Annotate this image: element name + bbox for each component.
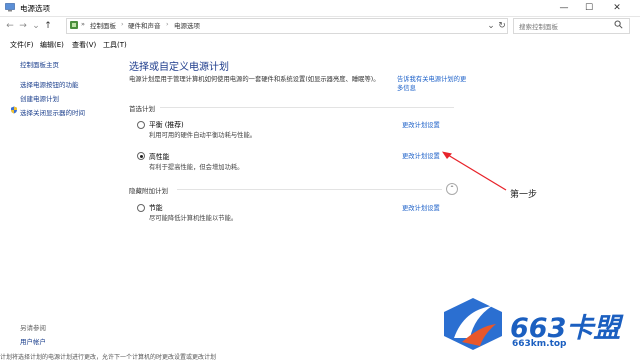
power-options-icon (5, 3, 15, 12)
breadcrumb-root[interactable]: » (81, 20, 85, 28)
menu-tools[interactable]: 工具(T) (103, 40, 127, 50)
balanced-radio[interactable] (137, 121, 145, 129)
task-pane (0, 52, 120, 360)
menu-view[interactable]: 查看(V) (72, 40, 96, 50)
high-performance-plan-desc: 有利于提高性能，但会增加功耗。 (149, 164, 244, 171)
status-line: 计划将选择计划的电源计划进行更改，允许下一个计算机的时更改设置或更改计划 (0, 352, 640, 360)
title-bar (0, 0, 640, 17)
maximize-button[interactable]: ☐ (578, 0, 600, 16)
balanced-plan-desc: 利用可用的硬件自动平衡功耗与性能。 (149, 132, 257, 139)
user-accounts-link[interactable]: 用户帐户 (20, 336, 46, 346)
menu-file[interactable]: 文件(F) (10, 40, 34, 50)
annotation-arrow (442, 151, 507, 191)
address-dropdown-icon[interactable]: ⌄ (486, 20, 496, 32)
watermark-logo-icon (444, 298, 502, 350)
forward-icon[interactable]: → (18, 20, 28, 32)
balanced-change-settings-link[interactable]: 更改计划设置 (402, 120, 440, 129)
learn-more-link[interactable]: 告诉我有关电源计划的更多信息 (397, 75, 467, 93)
close-button[interactable]: ✕ (606, 0, 628, 16)
minimize-button[interactable]: — (553, 0, 575, 16)
search-placeholder: 搜索控制面板 (519, 23, 558, 31)
control-panel-home-link[interactable]: 控制面板主页 (20, 59, 59, 69)
step-one-label: 第一步 (510, 190, 538, 200)
control-panel-icon (70, 21, 78, 29)
high-performance-change-settings-link[interactable]: 更改计划设置 (402, 151, 440, 160)
refresh-icon[interactable]: ↻ (497, 20, 507, 32)
back-icon[interactable]: ← (5, 20, 15, 32)
section-divider (177, 189, 442, 190)
breadcrumb-hardware-sound[interactable]: 硬件和声音 (128, 20, 161, 30)
search-icon[interactable] (614, 20, 623, 29)
up-icon[interactable]: ↑ (43, 20, 53, 32)
breadcrumb-separator: › (121, 20, 124, 28)
shield-icon (11, 106, 17, 114)
page-description: 电源计划是用于管理计算机如何使用电源的一套硬件和系统设置(如显示器亮度、睡眠等)… (129, 76, 380, 83)
choose-power-button-link[interactable]: 选择电源按钮的功能 (20, 79, 79, 89)
menu-edit[interactable]: 编辑(E) (40, 40, 64, 50)
see-also-label: 另请参阅 (20, 324, 46, 332)
watermark-url: 663km.top (512, 339, 567, 349)
recent-locations-icon[interactable]: ⌄ (31, 20, 41, 32)
breadcrumb-separator: › (166, 20, 169, 28)
preferred-plans-label: 首选计划 (129, 105, 155, 113)
breadcrumb-power-options[interactable]: 电源选项 (174, 20, 200, 30)
create-power-plan-link[interactable]: 创建电源计划 (20, 93, 59, 103)
balanced-plan-name[interactable]: 平衡 (推荐) (149, 119, 184, 129)
power-saver-plan-desc: 尽可能降低计算机性能以节能。 (149, 215, 238, 222)
breadcrumb-control-panel[interactable]: 控制面板 (90, 20, 116, 30)
window-title: 电源选项 (20, 4, 50, 13)
page-title: 选择或自定义电源计划 (129, 62, 229, 73)
section-divider (160, 107, 454, 108)
display-off-time-link[interactable]: 选择关闭显示器的时间 (20, 107, 85, 117)
high-performance-radio[interactable] (137, 152, 145, 160)
power-saver-change-settings-link[interactable]: 更改计划设置 (402, 203, 440, 212)
hidden-plans-label: 隐藏附加计划 (129, 187, 168, 195)
power-saver-plan-name[interactable]: 节能 (149, 202, 163, 212)
high-performance-plan-name[interactable]: 高性能 (149, 151, 169, 161)
power-saver-radio[interactable] (137, 204, 145, 212)
